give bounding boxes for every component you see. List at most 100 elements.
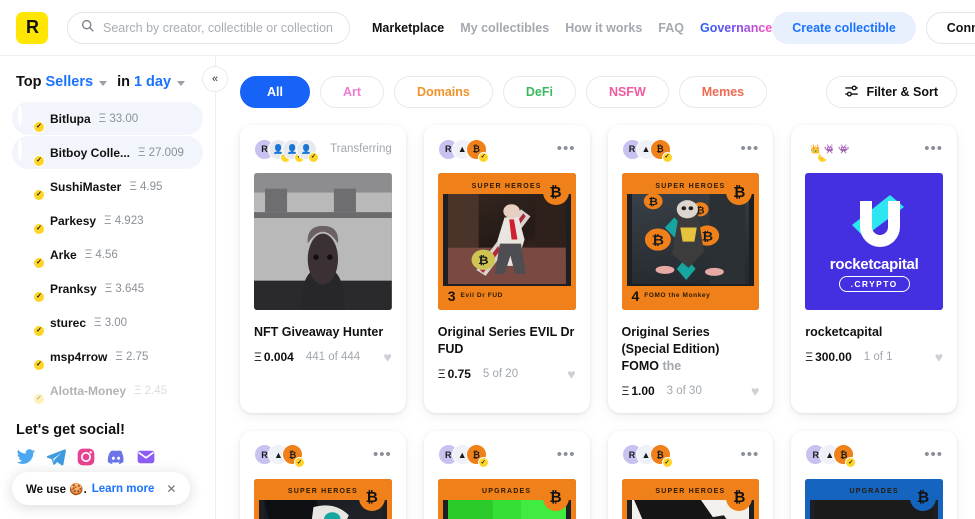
creator-avatar[interactable]: ₿ ✓	[649, 444, 673, 469]
avatar-image	[18, 206, 22, 228]
nav-governance[interactable]: Governance	[700, 21, 772, 35]
sidebar-title-prefix: Top	[16, 74, 42, 90]
seller-row[interactable]: ✓ Pranksy Ξ 3.645	[12, 272, 203, 305]
card-footer: Ξ 0.004 441 of 444 ♥	[254, 349, 392, 365]
email-icon[interactable]	[136, 447, 156, 467]
card-artwork-wrapper[interactable]	[254, 173, 392, 310]
seller-name: Arke	[50, 247, 77, 262]
category-chip-art[interactable]: Art	[319, 76, 385, 108]
avatar-image	[18, 342, 22, 364]
brand-logo[interactable]: R	[16, 11, 48, 44]
bitcoin-logo-icon: ₿	[910, 484, 936, 511]
creator-avatar[interactable]: 👤✓	[296, 138, 319, 163]
creator-avatar[interactable]: 👾	[833, 138, 855, 160]
card-more-options-button[interactable]: •••	[557, 141, 576, 156]
sidebar-period-select[interactable]: 1 day	[134, 74, 171, 90]
top-header: R Marketplace My collectibles How it wor…	[0, 0, 975, 56]
collectible-card[interactable]: R ▲ ₿ ✓ ••• UPGRADES ₿	[791, 430, 957, 519]
verified-badge-icon: ✓	[661, 457, 673, 469]
verified-badge-icon: ✓	[33, 358, 45, 371]
collectible-artwork: rocketcapital .CRYPTO	[805, 173, 943, 310]
connect-wallet-button[interactable]: Connect wallet	[925, 11, 975, 44]
card-more-options-button[interactable]: •••	[924, 447, 943, 462]
card-header: R👤✎👤✓👤✓ Transferring	[254, 138, 392, 163]
card-price: Ξ 1.00	[621, 383, 655, 398]
favorite-heart-icon[interactable]: ♥	[935, 349, 943, 365]
telegram-icon[interactable]	[46, 447, 66, 467]
instagram-icon[interactable]	[76, 447, 96, 467]
verified-badge-icon: ✓	[845, 457, 857, 469]
cookie-learn-more-link[interactable]: Learn more	[92, 483, 155, 495]
collectible-card[interactable]: R ▲ ₿ ✓ ••• SUPER HEROES ₿	[240, 430, 406, 519]
verified-badge-icon: ✓	[308, 151, 319, 163]
favorite-heart-icon[interactable]: ♥	[751, 383, 759, 399]
avatar: ✓	[18, 240, 45, 269]
seller-row[interactable]: ✓ Alotta-Money Ξ 2.45	[12, 374, 203, 407]
seller-row[interactable]: ✓ Bitlupa Ξ 33.00	[12, 102, 203, 135]
card-artwork-wrapper[interactable]: rocketcapital .CRYPTO	[805, 173, 943, 310]
card-more-options-button[interactable]: •••	[924, 141, 943, 156]
favorite-heart-icon[interactable]: ♥	[567, 366, 575, 382]
collectible-card[interactable]: 👑🍌👾👾•••rocketcapital.CRYPTOrocketcapital…	[791, 125, 957, 413]
nav-how-it-works[interactable]: How it works	[565, 21, 642, 35]
card-artwork-wrapper[interactable]: UPGRADES ₿	[437, 478, 576, 519]
creator-avatar[interactable]: ₿ ✓	[465, 444, 489, 469]
discord-icon[interactable]	[106, 447, 126, 467]
sidebar-collapse-button[interactable]: «	[202, 66, 228, 92]
collectible-card[interactable]: R ▲ ₿ ✓ ••• UPGRADES ₿	[423, 430, 590, 519]
verified-badge-icon: ✓	[33, 290, 45, 303]
category-chip-memes[interactable]: Memes	[678, 76, 768, 108]
card-artwork-wrapper[interactable]: SUPER HEROES ₿	[621, 478, 760, 519]
creator-avatar[interactable]: ₿ ✓	[649, 138, 673, 163]
card-more-options-button[interactable]: •••	[373, 447, 392, 462]
favorite-heart-icon[interactable]: ♥	[383, 349, 391, 365]
seller-row[interactable]: ✓ SushiMaster Ξ 4.95	[12, 170, 203, 203]
create-collectible-button[interactable]: Create collectible	[772, 11, 916, 44]
cookie-banner: We use 🍪. Learn more ✕	[12, 472, 191, 505]
card-artwork-wrapper[interactable]: SUPER HEROES ₿	[254, 478, 392, 519]
category-chip-domains[interactable]: Domains	[394, 76, 493, 108]
twitter-icon[interactable]	[16, 447, 36, 467]
seller-amount: Ξ 2.75	[115, 350, 149, 363]
seller-row[interactable]: ✓ Arke Ξ 4.56	[12, 238, 203, 271]
category-chip-defi[interactable]: DeFi	[502, 76, 576, 108]
sidebar-metric-select[interactable]: Sellers	[46, 74, 94, 90]
collectible-card[interactable]: R👤✎👤✓👤✓ Transferring NFT Giveaway Hunter Ξ0…	[240, 125, 406, 413]
card-artwork-wrapper[interactable]: ₿ SUPER HEROES ₿ 3 Evil Dr FUD	[437, 173, 576, 310]
collectible-artwork: SUPER HEROES ₿	[621, 478, 760, 519]
sidebar: Top Sellers in 1 day « ✓ Bitlupa Ξ 33.00 ✓ B…	[0, 56, 228, 519]
collectible-card[interactable]: R ▲ ₿ ✓ ••• ₿ ₿ ₿ ₿ SUPER HEROES ₿ 4 FOMO the Monkey…	[607, 125, 774, 413]
nav-marketplace[interactable]: Marketplace	[372, 21, 444, 35]
card-artwork-wrapper[interactable]: UPGRADES ₿	[805, 478, 943, 519]
seller-row[interactable]: ✓ Bitboy Colle... Ξ 27.009	[12, 136, 203, 169]
seller-name: Bitboy Colle...	[50, 145, 131, 160]
category-chip-nsfw[interactable]: NSFW	[585, 76, 669, 108]
collectible-card[interactable]: R ▲ ₿ ✓ ••• ₿ SUPER HEROES ₿ 3 Evil Dr FUD Origina…	[423, 125, 590, 413]
chevron-down-icon-period[interactable]	[177, 80, 186, 86]
card-artwork-wrapper[interactable]: ₿ ₿ ₿ ₿ SUPER HEROES ₿ 4 FOMO the Monkey	[621, 173, 760, 310]
nav-my-collectibles[interactable]: My collectibles	[460, 21, 549, 35]
card-more-options-button[interactable]: •••	[557, 447, 576, 462]
social-heading: Let's get social!	[16, 422, 126, 438]
top-sellers-list: ✓ Bitlupa Ξ 33.00 ✓ Bitboy Colle... Ξ 27.009 ✓…	[0, 102, 215, 407]
seller-row[interactable]: ✓ msp4rrow Ξ 2.75	[12, 340, 203, 373]
card-header: R ▲ ₿ ✓ •••	[254, 444, 392, 469]
creator-avatar[interactable]: ₿ ✓	[465, 138, 489, 163]
creator-avatar[interactable]: ₿ ✓	[282, 444, 305, 469]
collectible-card[interactable]: R ▲ ₿ ✓ ••• SUPER HEROES ₿	[607, 430, 774, 519]
nav-faq[interactable]: FAQ	[658, 21, 684, 35]
seller-row[interactable]: ✓ sturec Ξ 3.00	[12, 306, 203, 339]
close-icon[interactable]: ✕	[166, 482, 176, 496]
filter-and-sort-button[interactable]: Filter & Sort	[826, 76, 957, 108]
creator-avatar[interactable]: ₿ ✓	[833, 444, 857, 469]
search-bar[interactable]	[67, 11, 350, 44]
card-more-options-button[interactable]: •••	[740, 141, 759, 156]
category-chip-all[interactable]: All	[240, 76, 310, 108]
chevron-down-icon-metric[interactable]	[99, 80, 108, 86]
filter-icon	[845, 84, 859, 101]
seller-row[interactable]: ✓ Parkesy Ξ 4.923	[12, 204, 203, 237]
card-more-options-button[interactable]: •••	[740, 447, 759, 462]
app-root: R Marketplace My collectibles How it wor…	[0, 0, 975, 519]
verified-badge-icon: ✓	[294, 457, 305, 469]
search-input[interactable]	[103, 20, 336, 35]
